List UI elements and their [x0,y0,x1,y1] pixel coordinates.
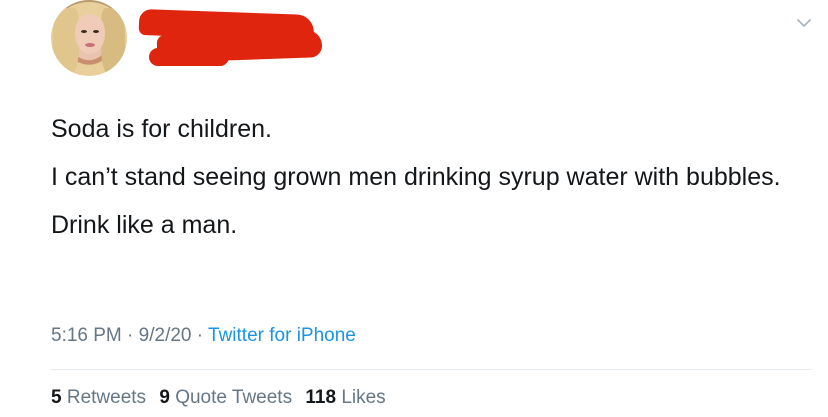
tweet-date[interactable]: 9/2/20 [139,325,192,346]
redacted-username [138,8,324,70]
divider [51,369,812,370]
tweet-stats: 5 Retweets 9 Quote Tweets 118 Likes [51,387,386,409]
meta-separator: · [127,325,134,346]
tweet-time[interactable]: 5:16 PM [51,325,122,346]
redaction-mark [149,48,229,66]
tweet-line: Soda is for children. [51,115,272,143]
chevron-down-icon[interactable] [795,14,813,32]
tweet-text: Soda is for children. I can’t stand seei… [51,112,781,256]
tweet-source-link[interactable]: Twitter for iPhone [208,325,356,346]
avatar-lips [85,43,95,47]
avatar[interactable] [51,0,127,76]
tweet-meta: 5:16 PM · 9/2/20 · Twitter for iPhone [51,325,356,347]
retweets-stat[interactable]: 5 Retweets [51,387,146,408]
quote-tweets-label: Quote Tweets [175,387,293,408]
likes-stat[interactable]: 118 Likes [305,387,385,408]
retweets-count: 5 [51,387,62,408]
quote-tweets-count: 9 [159,387,170,408]
retweets-label: Retweets [66,387,147,408]
avatar-face [75,14,105,54]
tweet-line: I can’t stand seeing grown men drinking … [51,163,781,191]
meta-separator: · [196,325,204,346]
avatar-hair-left [53,8,79,76]
tweet-line: Drink like a man. [51,211,238,239]
avatar-hair-right [101,8,125,76]
avatar-eye-right [93,30,99,33]
quote-tweets-stat[interactable]: 9 Quote Tweets [159,387,292,408]
likes-label: Likes [341,387,386,408]
likes-count: 118 [305,387,337,408]
avatar-eye-left [81,30,87,33]
